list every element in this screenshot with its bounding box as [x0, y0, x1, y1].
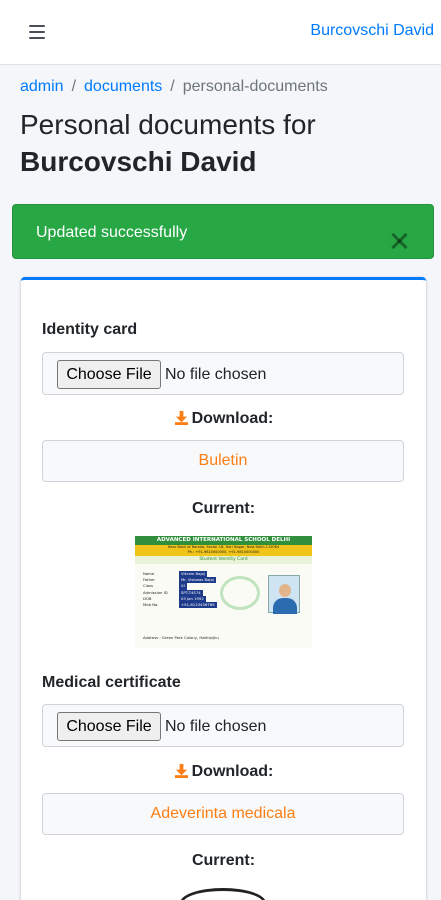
medical-certificate-preview — [180, 888, 266, 900]
medical-certificate-label: Medical certificate — [42, 674, 181, 691]
download-label: Download: — [191, 763, 274, 780]
breadcrumb-documents[interactable]: documents — [84, 78, 162, 95]
id-field: Mob No. +91-8123456789 — [143, 602, 217, 609]
current-label: Current: — [191, 852, 256, 869]
id-card-address: Near Bank of Baroda, Sector 1B, Hari Nag… — [135, 545, 312, 556]
id-card-fields: Name Vikram Bajaj Father Mr. Vishwas Bajaj… — [143, 571, 243, 609]
medical-certificate-file-input[interactable]: Choose File No file chosen — [42, 704, 404, 747]
success-alert: Updated successfully — [12, 204, 434, 259]
download-buletin-button[interactable]: Buletin — [42, 440, 404, 482]
identity-card-label: Identity card — [42, 321, 138, 338]
file-status: No file chosen — [165, 718, 267, 735]
close-icon[interactable] — [389, 231, 409, 251]
identity-card-file-input[interactable]: Choose File No file chosen — [42, 352, 404, 395]
id-card-header: ADVANCED INTERNATIONAL SCHOOL DELHI — [135, 536, 312, 545]
download-heading: Download: — [21, 763, 426, 781]
user-name-link[interactable]: Burcovschi David — [310, 22, 434, 40]
download-icon — [174, 410, 188, 425]
breadcrumb-current: personal-documents — [182, 78, 328, 95]
choose-file-button[interactable]: Choose File — [57, 712, 161, 741]
download-heading: Download: — [21, 410, 426, 428]
file-status: No file chosen — [165, 366, 267, 383]
page-title: Personal documents for Burcovschi David — [20, 106, 316, 180]
current-label: Current: — [191, 500, 256, 517]
top-navbar: Burcovschi David — [0, 0, 441, 65]
page-title-name: Burcovschi David — [20, 146, 257, 177]
student-photo — [268, 575, 300, 614]
breadcrumb-separator: / — [71, 78, 77, 95]
alert-message: Updated successfully — [36, 224, 188, 241]
breadcrumb: admin / documents / personal-documents — [20, 78, 328, 96]
download-medical-button[interactable]: Adeverinta medicala — [42, 793, 404, 835]
id-card-address-line: Address : Green Park Colony, Hathipijhu — [143, 635, 219, 640]
identity-card-preview: ADVANCED INTERNATIONAL SCHOOL DELHI Near… — [135, 536, 312, 648]
choose-file-button[interactable]: Choose File — [57, 360, 161, 389]
hamburger-icon[interactable] — [29, 24, 45, 39]
breadcrumb-separator: / — [170, 78, 175, 95]
page-title-prefix: Personal documents for — [20, 109, 316, 140]
documents-card: Identity card Choose File No file chosen… — [21, 277, 426, 900]
breadcrumb-admin[interactable]: admin — [20, 78, 64, 95]
id-card-subtitle: Student Identity Card — [135, 556, 312, 564]
download-label: Download: — [191, 410, 274, 427]
download-icon — [174, 763, 188, 778]
